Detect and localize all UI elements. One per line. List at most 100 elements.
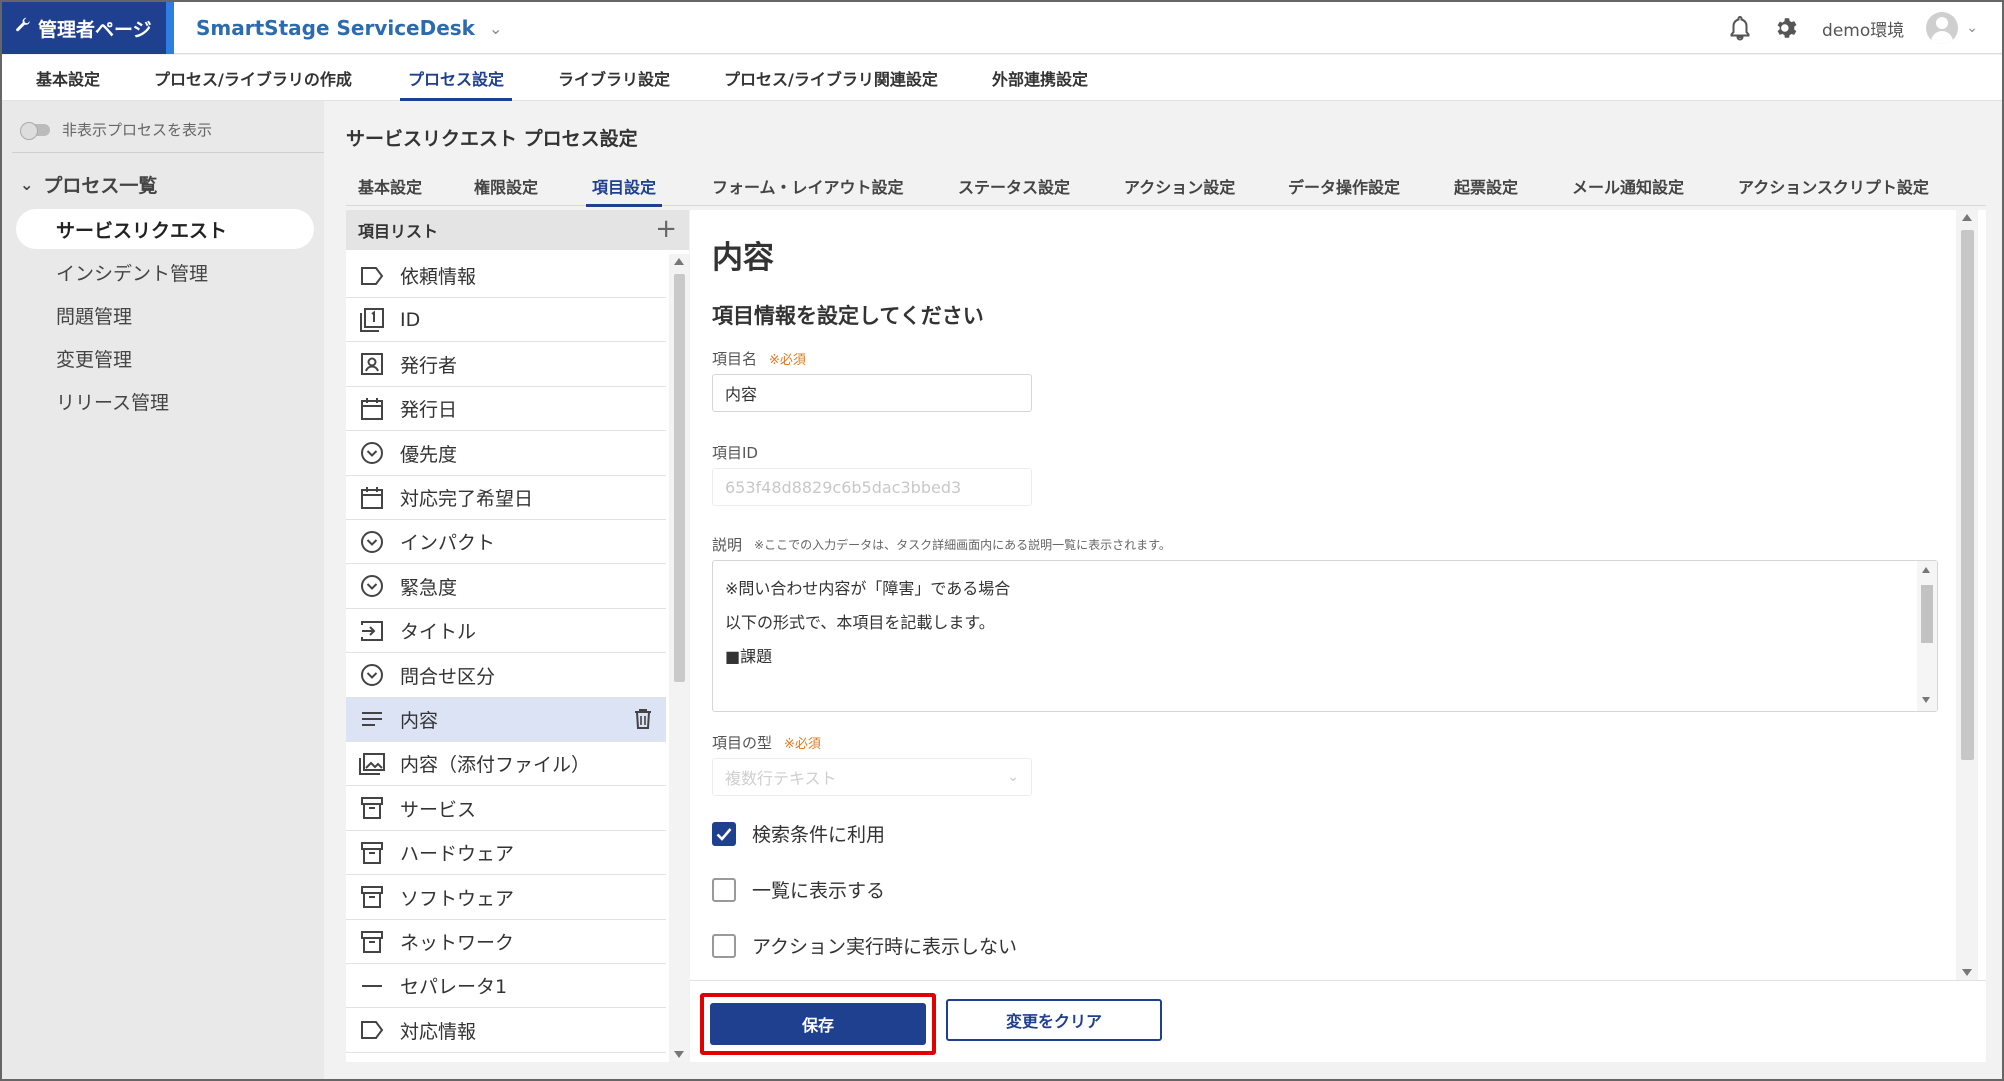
library-icon xyxy=(358,794,386,822)
tab-action-script[interactable]: アクションスクリプト設定 xyxy=(1738,166,1929,206)
list-item[interactable]: サービス xyxy=(346,787,666,831)
main-nav-library-settings[interactable]: ライブラリ設定 xyxy=(558,55,670,101)
tab-item-settings[interactable]: 項目設定 xyxy=(585,166,663,207)
list-item[interactable]: セパレータ1 xyxy=(346,964,666,1009)
trash-icon[interactable] xyxy=(634,708,652,735)
sidebar-item-release[interactable]: リリース管理 xyxy=(16,381,314,421)
sidebar-item-change[interactable]: 変更管理 xyxy=(16,338,314,378)
description-scrollbar[interactable] xyxy=(1917,561,1937,711)
clear-changes-button[interactable]: 変更をクリア xyxy=(946,999,1162,1041)
tab-basic[interactable]: 基本設定 xyxy=(358,166,422,206)
list-item-label: ID xyxy=(400,308,421,331)
bell-icon[interactable] xyxy=(1728,15,1752,41)
list-item[interactable]: 内容（添付ファイル） xyxy=(346,742,666,787)
id-icon xyxy=(358,306,386,334)
list-item[interactable]: ハードウェア xyxy=(346,831,666,876)
list-item[interactable]: 対応完了希望日 xyxy=(346,476,666,520)
item-name-label: 項目名 xyxy=(712,350,758,368)
scroll-up-icon[interactable] xyxy=(1922,567,1930,573)
list-item-label: ソフトウェア xyxy=(400,887,515,910)
scroll-thumb[interactable] xyxy=(1921,585,1933,643)
item-detail-title: 内容 xyxy=(712,240,774,276)
admin-page-badge[interactable]: 管理者ページ xyxy=(2,2,174,54)
list-item[interactable]: 発行日 xyxy=(346,387,666,432)
process-list-heading[interactable]: ⌄ プロセス一覧 xyxy=(20,171,157,198)
list-item[interactable]: タイトル xyxy=(346,609,666,654)
tab-ticket-creation[interactable]: 起票設定 xyxy=(1454,166,1518,206)
tab-form-layout[interactable]: フォーム・レイアウト設定 xyxy=(712,166,904,206)
show-hidden-toggle[interactable] xyxy=(20,121,50,140)
main-nav-external-integration[interactable]: 外部連携設定 xyxy=(992,55,1088,101)
user-menu[interactable]: ⌄ xyxy=(1926,12,1978,44)
sidebar-divider xyxy=(12,152,324,153)
list-item[interactable]: ID xyxy=(346,298,666,343)
search-condition-checkbox[interactable] xyxy=(712,821,736,846)
gear-icon[interactable] xyxy=(1774,15,1800,41)
avatar xyxy=(1926,12,1959,44)
sidebar-item-problem[interactable]: 問題管理 xyxy=(16,295,314,335)
show-in-list-checkbox[interactable] xyxy=(712,877,736,902)
main-nav-process-settings[interactable]: プロセス設定 xyxy=(399,55,513,101)
main-nav: 基本設定 プロセス/ライブラリの作成 プロセス設定 ライブラリ設定 プロセス/ラ… xyxy=(2,55,2002,101)
item-list: 依頼情報 ID 発行者 発行日 優先度 対応完了希望日インパクト緊急度 タイトル問合せ区分内… xyxy=(346,254,666,1062)
tab-data-operation[interactable]: データ操作設定 xyxy=(1288,166,1400,206)
list-item-label: インパクト xyxy=(400,532,496,555)
save-button[interactable]: 保存 xyxy=(710,1003,926,1045)
scroll-thumb[interactable] xyxy=(674,274,685,682)
multiline-text-icon xyxy=(358,706,386,734)
library-icon xyxy=(358,883,386,911)
scroll-up-icon[interactable] xyxy=(674,258,684,265)
list-item[interactable]: 対応情報 xyxy=(346,1009,666,1053)
scroll-down-icon[interactable] xyxy=(1922,697,1930,703)
chevron-down-icon: ⌄ xyxy=(20,175,34,194)
calendar-icon xyxy=(358,395,386,423)
scroll-up-icon[interactable] xyxy=(1962,214,1972,221)
list-item[interactable]: 優先度 xyxy=(346,432,666,476)
list-item-label: 依頼情報 xyxy=(400,266,477,288)
list-item[interactable]: 内容 xyxy=(346,698,666,742)
item-name-label-row: 項目名 ※必須 xyxy=(712,348,806,369)
scroll-down-icon[interactable] xyxy=(1962,969,1972,976)
main-nav-related-settings[interactable]: プロセス/ライブラリ関連設定 xyxy=(724,55,938,101)
list-item[interactable]: ソフトウェア xyxy=(346,876,666,920)
main-nav-create-process-library[interactable]: プロセス/ライブラリの作成 xyxy=(154,55,352,101)
chevron-down-icon: ⌄ xyxy=(488,18,503,38)
dropdown-circle-icon xyxy=(358,528,386,556)
list-item[interactable]: 発行者 xyxy=(346,343,666,387)
tab-mail-notification[interactable]: メール通知設定 xyxy=(1572,166,1684,206)
tab-permissions[interactable]: 権限設定 xyxy=(474,166,538,206)
list-item-label: ネットワーク xyxy=(400,932,515,954)
required-mark: ※必須 xyxy=(784,737,821,752)
show-hidden-toggle-row[interactable]: 非表示プロセスを表示 xyxy=(20,119,212,140)
settings-tabs: 基本設定 権限設定 項目設定 フォーム・レイアウト設定 ステータス設定 アクショ… xyxy=(346,166,1986,207)
list-item-label: ハードウェア xyxy=(400,843,515,866)
main-nav-basic-settings[interactable]: 基本設定 xyxy=(36,55,100,101)
detail-scrollbar[interactable] xyxy=(1956,210,1978,980)
hide-on-action-checkbox-row[interactable]: アクション実行時に表示しない xyxy=(712,932,1017,959)
item-list-scrollbar[interactable] xyxy=(669,254,689,1062)
list-item[interactable]: ネットワーク xyxy=(346,920,666,964)
list-item[interactable]: 依頼情報 xyxy=(346,254,666,298)
checkmark-icon xyxy=(716,827,732,841)
tab-action[interactable]: アクション設定 xyxy=(1124,166,1235,206)
scroll-down-icon[interactable] xyxy=(674,1051,684,1058)
tab-status[interactable]: ステータス設定 xyxy=(958,166,1070,206)
list-item-label: 問合せ区分 xyxy=(400,665,496,688)
hide-on-action-checkbox[interactable] xyxy=(712,933,736,958)
description-line: 以下の形式で、本項目を記載します。 xyxy=(725,613,995,632)
show-in-list-checkbox-row[interactable]: 一覧に表示する xyxy=(712,876,885,903)
item-type-label: 項目の型 xyxy=(712,734,773,752)
description-textarea[interactable]: ※問い合わせ内容が「障害」である場合 以下の形式で、本項目を記載します。 ■課題 xyxy=(712,560,1938,712)
app-switcher[interactable]: SmartStage ServiceDesk ⌄ xyxy=(196,2,502,54)
list-item[interactable]: インパクト xyxy=(346,520,666,565)
list-item[interactable]: 問合せ区分 xyxy=(346,654,666,698)
dropdown-circle-icon xyxy=(358,661,386,689)
list-item[interactable]: 緊急度 xyxy=(346,565,666,609)
add-item-icon[interactable]: + xyxy=(655,214,677,244)
scroll-thumb[interactable] xyxy=(1961,230,1974,760)
search-condition-checkbox-row[interactable]: 検索条件に利用 xyxy=(712,820,885,847)
sidebar-item-service-request[interactable]: サービスリクエスト xyxy=(16,209,314,249)
list-item-label: サービス xyxy=(400,798,477,821)
item-name-input[interactable]: 内容 xyxy=(712,374,1032,412)
sidebar-item-incident[interactable]: インシデント管理 xyxy=(16,252,314,292)
